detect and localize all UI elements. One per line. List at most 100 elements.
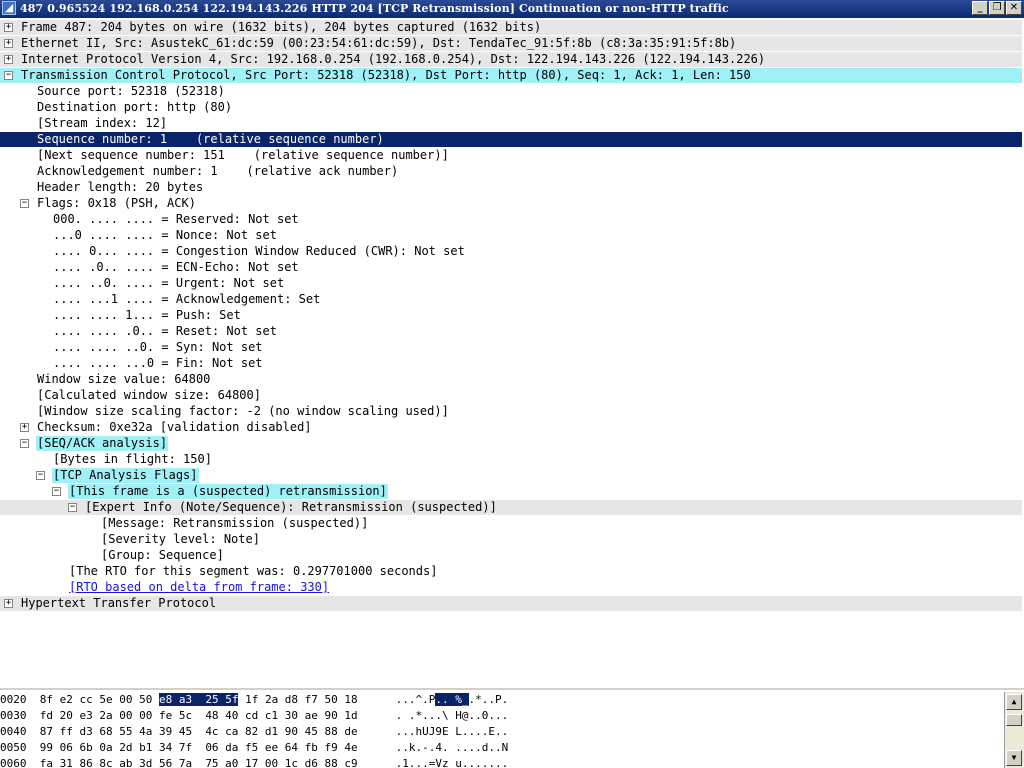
hex-scrollbar[interactable]: ▲ ▼ [1004, 692, 1024, 768]
tree-label-ethernet: Ethernet II, Src: AsustekC_61:dc:59 (00:… [21, 36, 737, 50]
tree-row-ethernet[interactable]: + Ethernet II, Src: AsustekC_61:dc:59 (00… [0, 36, 1022, 51]
packet-bytes-pane[interactable]: 0020 8f e2 cc 5e 00 50 e8 a3 25 5f 1f 2a… [0, 692, 1004, 768]
tree-label-header-length: Header length: 20 bytes [37, 180, 204, 194]
tree-label-http: Hypertext Transfer Protocol [21, 596, 217, 610]
tree-row-flag-cwr[interactable]: .... 0... .... = Congestion Window Reduc… [0, 244, 1022, 259]
hex-row[interactable]: 0050 99 06 6b 0a 2d b1 34 7f 06 da f5 ee… [0, 741, 508, 755]
restore-button[interactable]: ❐ [989, 1, 1005, 15]
expand-icon[interactable]: + [4, 39, 13, 48]
hex-bytes: 87 ff d3 68 55 4a 39 45 4c ca 82 d1 90 4… [39, 725, 358, 738]
tree-label-next-seq: [Next sequence number: 151 (relative seq… [37, 148, 449, 162]
tree-row-checksum[interactable]: + Checksum: 0xe32a [validation disabled] [0, 420, 1022, 435]
tree-label-flag-syn: .... .... ..0. = Syn: Not set [53, 340, 263, 354]
collapse-icon[interactable]: − [52, 487, 61, 496]
tree-row-next-seq[interactable]: [Next sequence number: 151 (relative seq… [0, 148, 1022, 163]
hex-row[interactable]: 0020 8f e2 cc 5e 00 50 e8 a3 25 5f 1f 2a… [0, 693, 508, 707]
hex-bytes: fa 31 86 8c ab 3d 56 7a 75 a0 17 00 1c d… [39, 757, 358, 768]
hex-row[interactable]: 0030 fd 20 e3 2a 00 00 fe 5c 48 40 cd c1… [0, 709, 508, 723]
minimize-button[interactable]: _ [972, 1, 988, 15]
tree-row-dst-port[interactable]: Destination port: http (80) [0, 100, 1022, 115]
tree-label-stream-index: [Stream index: 12] [37, 116, 168, 130]
expand-icon[interactable]: + [4, 23, 13, 32]
tree-row-src-port[interactable]: Source port: 52318 (52318) [0, 84, 1022, 99]
close-button[interactable]: ✕ [1006, 1, 1022, 15]
tree-row-ack-number[interactable]: Acknowledgement number: 1 (relative ack … [0, 164, 1022, 179]
collapse-icon[interactable]: − [36, 471, 45, 480]
tree-label-severity-level: [Severity level: Note] [101, 532, 260, 546]
tree-row-rto-link[interactable]: [RTO based on delta from frame: 330] [0, 580, 1022, 595]
ascii-bytes: .1...=Vz u....... [395, 757, 509, 768]
tree-row-window-scaling[interactable]: [Window size scaling factor: -2 (no wind… [0, 404, 1022, 419]
collapse-icon[interactable]: − [20, 199, 29, 208]
tree-row-flag-syn[interactable]: .... .... ..0. = Syn: Not set [0, 340, 1022, 355]
tree-row-flag-reserved[interactable]: 000. .... .... = Reserved: Not set [0, 212, 1022, 227]
tree-row-flag-ecn[interactable]: .... .0.. .... = ECN-Echo: Not set [0, 260, 1022, 275]
tree-row-severity-level[interactable]: [Severity level: Note] [0, 532, 1022, 547]
tree-row-group[interactable]: [Group: Sequence] [0, 548, 1022, 563]
tree-row-flag-push[interactable]: .... .... 1... = Push: Set [0, 308, 1022, 323]
tree-label-flags: Flags: 0x18 (PSH, ACK) [37, 196, 196, 210]
tree-row-rto-value[interactable]: [The RTO for this segment was: 0.2977010… [0, 564, 1022, 579]
tree-label-ack-number: Acknowledgement number: 1 (relative ack … [37, 164, 399, 178]
tree-label-rto-link[interactable]: [RTO based on delta from frame: 330] [68, 580, 330, 595]
ascii-bytes: ...^.P [395, 693, 436, 706]
tree-label-flag-fin: .... .... ...0 = Fin: Not set [53, 356, 263, 370]
collapse-icon[interactable]: − [20, 439, 29, 448]
tree-row-flag-urgent[interactable]: .... ..0. .... = Urgent: Not set [0, 276, 1022, 291]
expand-icon[interactable]: + [4, 55, 13, 64]
hex-bytes: 8f e2 cc 5e 00 50 [39, 693, 159, 706]
tree-row-window-size[interactable]: Window size value: 64800 [0, 372, 1022, 387]
tree-row-frame[interactable]: + Frame 487: 204 bytes on wire (1632 bits… [0, 20, 1022, 35]
tree-row-expert-info[interactable]: − [Expert Info (Note/Sequence): Retransmi… [0, 500, 1022, 515]
scroll-up-button[interactable]: ▲ [1006, 694, 1022, 710]
tree-label-src-port: Source port: 52318 (52318) [37, 84, 225, 98]
title-bar: ◢ 487 0.965524 192.168.0.254 122.194.143… [0, 0, 1024, 18]
ascii-bytes: . .*...\ H@..0... [395, 709, 509, 722]
tree-label-expert-info: [Expert Info (Note/Sequence): Retransmis… [85, 500, 497, 514]
tree-label-group: [Group: Sequence] [101, 548, 224, 562]
tree-row-flag-fin[interactable]: .... .... ...0 = Fin: Not set [0, 356, 1022, 371]
tree-row-calc-window[interactable]: [Calculated window size: 64800] [0, 388, 1022, 403]
hex-row[interactable]: 0060 fa 31 86 8c ab 3d 56 7a 75 a0 17 00… [0, 757, 508, 768]
tree-row-expert-message[interactable]: [Message: Retransmission (suspected)] [0, 516, 1022, 531]
tree-label-seq-ack-analysis: [SEQ/ACK analysis] [36, 436, 169, 451]
tree-label-flag-push: .... .... 1... = Push: Set [53, 308, 241, 322]
ascii-bytes: ...hUJ9E L....E.. [395, 725, 509, 738]
tree-label-tcp-analysis-flags: [TCP Analysis Flags] [52, 468, 199, 483]
tree-row-stream-index[interactable]: [Stream index: 12] [0, 116, 1022, 131]
tree-label-window-size: Window size value: 64800 [37, 372, 211, 386]
packet-details-tree[interactable]: + Frame 487: 204 bytes on wire (1632 bits… [0, 18, 1024, 690]
tree-row-flags[interactable]: − Flags: 0x18 (PSH, ACK) [0, 196, 1022, 211]
scroll-thumb[interactable] [1006, 714, 1022, 726]
hex-bytes: fd 20 e3 2a 00 00 fe 5c 48 40 cd c1 30 a… [39, 709, 358, 722]
tree-row-tcp[interactable]: − Transmission Control Protocol, Src Port… [0, 68, 1022, 83]
tree-row-flag-ack[interactable]: .... ...1 .... = Acknowledgement: Set [0, 292, 1022, 307]
tree-row-suspected-retransmission[interactable]: − [This frame is a (suspected) retransmis… [0, 484, 1022, 499]
collapse-icon[interactable]: − [68, 503, 77, 512]
tree-label-flag-cwr: .... 0... .... = Congestion Window Reduc… [53, 244, 465, 258]
tree-row-tcp-analysis-flags[interactable]: − [TCP Analysis Flags] [0, 468, 1022, 483]
hex-row[interactable]: 0040 87 ff d3 68 55 4a 39 45 4c ca 82 d1… [0, 725, 508, 739]
tree-row-seq-number[interactable]: Sequence number: 1 (relative sequence nu… [0, 132, 1022, 147]
expand-icon[interactable]: + [20, 423, 29, 432]
tree-label-frame: Frame 487: 204 bytes on wire (1632 bits)… [21, 20, 542, 34]
hex-bytes-selected: e8 a3 25 5f [158, 693, 239, 706]
tree-label-checksum: Checksum: 0xe32a [validation disabled] [37, 420, 312, 434]
window-title: 487 0.965524 192.168.0.254 122.194.143.2… [20, 2, 729, 15]
scroll-down-button[interactable]: ▼ [1006, 750, 1022, 766]
tree-label-flag-reset: .... .... .0.. = Reset: Not set [53, 324, 277, 338]
tree-label-ipv4: Internet Protocol Version 4, Src: 192.16… [21, 52, 766, 66]
tree-row-seq-ack-analysis[interactable]: − [SEQ/ACK analysis] [0, 436, 1022, 451]
hex-offset: 0030 [0, 709, 27, 722]
tree-row-flag-reset[interactable]: .... .... .0.. = Reset: Not set [0, 324, 1022, 339]
expand-icon[interactable]: + [4, 599, 13, 608]
tree-row-flag-nonce[interactable]: ...0 .... .... = Nonce: Not set [0, 228, 1022, 243]
collapse-icon[interactable]: − [4, 71, 13, 80]
tree-label-flag-ecn: .... .0.. .... = ECN-Echo: Not set [53, 260, 299, 274]
tree-row-ipv4[interactable]: + Internet Protocol Version 4, Src: 192.1… [0, 52, 1022, 67]
tree-row-http[interactable]: + Hypertext Transfer Protocol [0, 596, 1022, 611]
tree-row-bytes-in-flight[interactable]: [Bytes in flight: 150] [0, 452, 1022, 467]
ascii-bytes: ..k.-.4. ....d..N [395, 741, 509, 754]
tree-row-header-length[interactable]: Header length: 20 bytes [0, 180, 1022, 195]
tree-label-calc-window: [Calculated window size: 64800] [37, 388, 261, 402]
